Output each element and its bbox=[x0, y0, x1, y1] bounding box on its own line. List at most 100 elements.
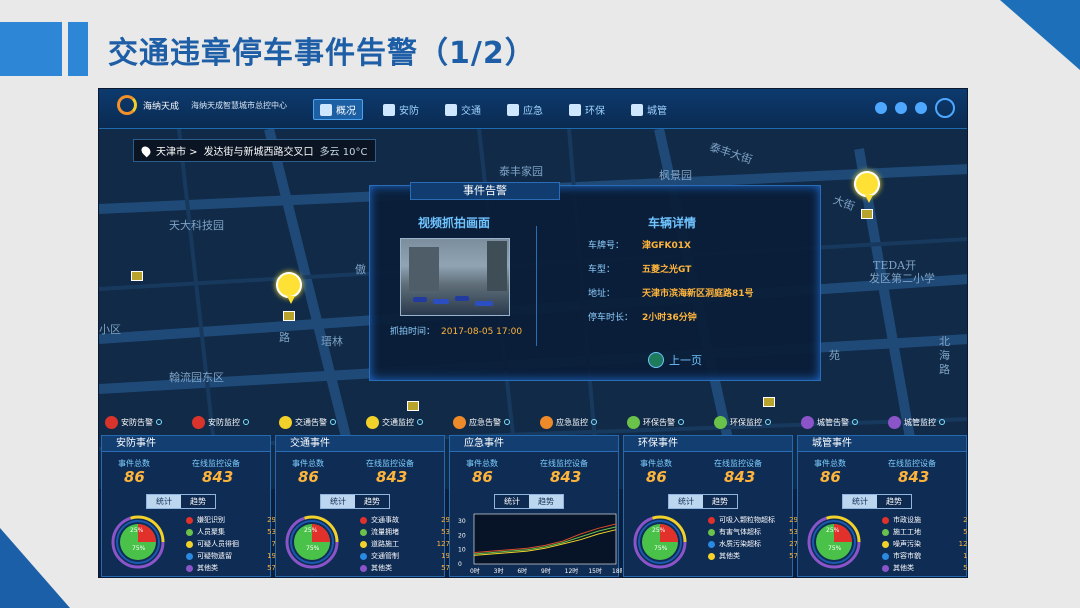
donut-label-a: 25% bbox=[826, 527, 840, 534]
location-city: 天津市 > bbox=[156, 147, 198, 158]
category-row[interactable]: 可吸入颗粒物超标 29 bbox=[708, 514, 798, 526]
avatar[interactable] bbox=[935, 98, 955, 118]
legend-item[interactable]: 安防告警 bbox=[99, 415, 186, 429]
category-row[interactable]: 其他类57 bbox=[360, 562, 450, 574]
legend-toggle[interactable] bbox=[852, 419, 858, 425]
camera-marker[interactable] bbox=[283, 311, 295, 321]
y-tick-label: 30 bbox=[458, 518, 466, 525]
category-row[interactable]: 流量拥堵 53 bbox=[360, 526, 450, 538]
map-label: 枫景园 bbox=[659, 169, 692, 182]
legend-item[interactable]: 环保监控 bbox=[708, 415, 795, 429]
legend-label: 安防告警 bbox=[121, 417, 153, 427]
category-dot bbox=[186, 540, 193, 548]
legend-toggle[interactable] bbox=[330, 419, 336, 425]
tab-trend[interactable]: 趋势 bbox=[877, 495, 911, 508]
category-row[interactable]: 人员聚集 53 bbox=[186, 526, 276, 538]
tab-stat[interactable]: 统计 bbox=[147, 495, 181, 508]
camera-marker[interactable] bbox=[131, 271, 143, 281]
location-place: 发达街与新城西路交叉口 bbox=[203, 147, 314, 158]
legend-label: 安防监控 bbox=[208, 417, 240, 427]
nav-label: 环保 bbox=[585, 106, 605, 117]
legend-icon bbox=[801, 415, 814, 429]
x-tick-label: 15时 bbox=[588, 567, 602, 575]
traffic-alarm-marker[interactable] bbox=[276, 272, 302, 304]
category-value: 19 bbox=[963, 552, 968, 560]
legend-item[interactable]: 应急告警 bbox=[447, 415, 534, 429]
online-value: 843 bbox=[376, 468, 408, 486]
legend-item[interactable]: 城管监控 bbox=[882, 415, 967, 429]
nav-item[interactable]: 城管 bbox=[625, 99, 673, 120]
legend-toggle[interactable] bbox=[417, 419, 423, 425]
nav-item[interactable]: 安防 bbox=[377, 99, 425, 120]
legend-item[interactable]: 交通告警 bbox=[273, 415, 360, 429]
category-row[interactable]: 嫌犯识别 29 bbox=[186, 514, 276, 526]
tab-stat[interactable]: 统计 bbox=[669, 495, 703, 508]
category-row[interactable]: 市容市貌 19 bbox=[882, 550, 968, 562]
category-row[interactable]: 噪声污染 127 bbox=[882, 538, 967, 550]
legend-toggle[interactable] bbox=[243, 419, 249, 425]
category-row[interactable]: 交通事故 29 bbox=[360, 514, 450, 526]
legend-item[interactable]: 环保告警 bbox=[621, 415, 708, 429]
corner-decoration bbox=[1000, 0, 1080, 70]
nav-item[interactable]: 概况 bbox=[313, 99, 363, 120]
camera-marker[interactable] bbox=[763, 397, 775, 407]
legend-toggle[interactable] bbox=[678, 419, 684, 425]
legend-item[interactable]: 安防监控 bbox=[186, 415, 273, 429]
tab-stat[interactable]: 统计 bbox=[843, 495, 877, 508]
category-list: 嫌犯识别 29 人员聚集 53 可疑人员徘徊 7 可疑物遗留 19 其他类 57 bbox=[186, 514, 276, 574]
category-dot bbox=[708, 552, 715, 560]
category-row[interactable]: 道路施工 127 bbox=[360, 538, 450, 550]
power-icon[interactable] bbox=[915, 102, 927, 114]
photo-car bbox=[455, 296, 469, 301]
category-row[interactable]: 其他类57 bbox=[882, 562, 967, 574]
tab-trend[interactable]: 趋势 bbox=[529, 495, 563, 508]
info-icon[interactable] bbox=[875, 102, 887, 114]
category-row[interactable]: 其他类57 bbox=[708, 550, 798, 562]
tab-trend[interactable]: 趋势 bbox=[355, 495, 389, 508]
legend-toggle[interactable] bbox=[765, 419, 771, 425]
y-tick-label: 10 bbox=[458, 547, 466, 554]
category-row[interactable]: 其他类57 bbox=[186, 562, 276, 574]
legend-label: 应急告警 bbox=[469, 417, 501, 427]
car-icon bbox=[445, 103, 457, 116]
traffic-alarm-marker[interactable] bbox=[854, 171, 880, 203]
capture-photo[interactable] bbox=[400, 238, 510, 316]
alarm-tab: 事件告警 bbox=[410, 182, 560, 200]
capture-time: 抓拍时间： 2017-08-05 17:00 bbox=[390, 327, 523, 337]
detail-value: 天津市滨海新区洞庭路81号 bbox=[642, 289, 754, 299]
legend-toggle[interactable] bbox=[156, 419, 162, 425]
tab-trend[interactable]: 趋势 bbox=[181, 495, 215, 508]
tab-stat[interactable]: 统计 bbox=[321, 495, 355, 508]
legend-icon bbox=[714, 415, 727, 429]
tab-trend[interactable]: 趋势 bbox=[703, 495, 737, 508]
logo-name: 海纳天成 bbox=[143, 101, 180, 112]
nav-item[interactable]: 交通 bbox=[439, 99, 487, 120]
map-label: 路 bbox=[279, 331, 290, 344]
user-icon[interactable] bbox=[895, 102, 907, 114]
legend-item[interactable]: 交通监控 bbox=[360, 415, 447, 429]
prev-page-button[interactable]: 上一页 bbox=[648, 352, 702, 368]
legend-toggle[interactable] bbox=[504, 419, 510, 425]
category-row[interactable]: 可疑物遗留 19 bbox=[186, 550, 276, 562]
category-label: 市政设施 bbox=[893, 516, 921, 524]
category-row[interactable]: 可疑人员徘徊 7 bbox=[186, 538, 276, 550]
category-row[interactable]: 施工工地 53 bbox=[882, 526, 967, 538]
category-dot bbox=[186, 564, 193, 572]
nav-label: 交通 bbox=[461, 106, 481, 117]
event-panel: 交通事件 事件总数 在线监控设备 86 843 统计 趋势 25% 75% 交通事故 29 流量拥堵 5… bbox=[275, 435, 450, 577]
category-row[interactable]: 市政设施 29 bbox=[882, 514, 967, 526]
legend-toggle[interactable] bbox=[591, 419, 597, 425]
category-row[interactable]: 交通管制 19 bbox=[360, 550, 450, 562]
event-panel: 城管事件事件总数在线监控设备86843统计趋势25%75%市政设施29施工工地5… bbox=[797, 435, 967, 577]
camera-marker[interactable] bbox=[861, 209, 873, 219]
nav-item[interactable]: 应急 bbox=[501, 99, 549, 120]
legend-toggle[interactable] bbox=[939, 419, 945, 425]
legend-item[interactable]: 应急监控 bbox=[534, 415, 621, 429]
nav-item[interactable]: 环保 bbox=[563, 99, 611, 120]
category-dot bbox=[186, 552, 193, 560]
tab-stat[interactable]: 统计 bbox=[495, 495, 529, 508]
legend-item[interactable]: 城管告警 bbox=[795, 415, 882, 429]
category-row[interactable]: 有害气体超标 53 bbox=[708, 526, 798, 538]
map-label: 小区 bbox=[99, 323, 121, 336]
category-row[interactable]: 水质污染超标 27 bbox=[708, 538, 798, 550]
